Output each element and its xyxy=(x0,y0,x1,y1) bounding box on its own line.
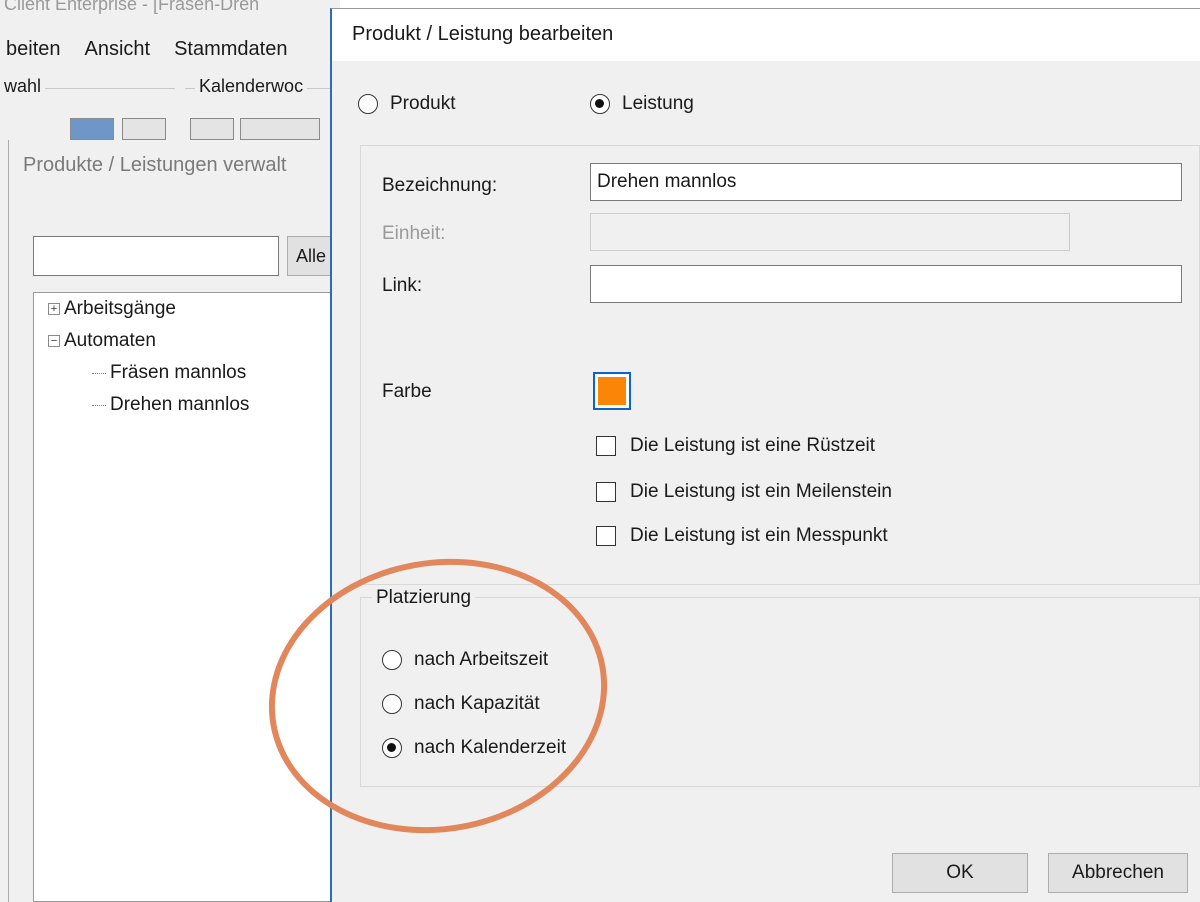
radio-produkt[interactable]: Produkt xyxy=(358,93,455,115)
tree-item-label: Arbeitsgänge xyxy=(64,298,176,319)
cancel-button[interactable]: Abbrechen xyxy=(1048,853,1188,893)
radio-nach-kalenderzeit[interactable]: nach Kalenderzeit xyxy=(382,737,566,759)
products-services-window: Produkte / Leistungen verwalt Alle + Arb… xyxy=(8,140,349,902)
details-panel xyxy=(360,145,1200,585)
checkbox-label: Die Leistung ist eine Rüstzeit xyxy=(630,435,876,456)
tree-item-arbeitsgaenge[interactable]: + Arbeitsgänge xyxy=(48,297,176,321)
tree-item-label: Automaten xyxy=(64,330,156,351)
einheit-label: Einheit: xyxy=(382,223,446,244)
menu-item-bearbeiten[interactable]: beiten xyxy=(6,32,61,66)
search-input[interactable] xyxy=(33,236,279,276)
ok-button[interactable]: OK xyxy=(892,853,1028,893)
expand-icon[interactable]: + xyxy=(48,303,60,315)
tree-item-label: Fräsen mannlos xyxy=(110,362,247,383)
radio-label: Produkt xyxy=(390,93,456,114)
products-tree: + Arbeitsgänge − Automaten Fräsen mannlo… xyxy=(33,292,349,902)
farbe-label: Farbe xyxy=(382,381,432,402)
radio-circle-checked[interactable] xyxy=(590,94,610,114)
week-spinner[interactable] xyxy=(240,118,320,140)
link-label: Link: xyxy=(382,275,423,296)
bezeichnung-input[interactable] xyxy=(590,163,1182,201)
checkbox-meilenstein[interactable]: Die Leistung ist ein Meilenstein xyxy=(596,481,892,503)
arrow-left-icon[interactable] xyxy=(190,118,234,140)
tree-connector xyxy=(92,372,106,374)
tree-item-automaten[interactable]: − Automaten xyxy=(48,329,156,353)
background-menu-bar: beiten Ansicht Stammdaten xyxy=(0,32,340,66)
einheit-input[interactable] xyxy=(590,213,1070,251)
color-swatch xyxy=(598,377,626,405)
dialog-titlebar[interactable]: Produkt / Leistung bearbeiten xyxy=(332,9,1200,61)
dialog-title: Produkt / Leistung bearbeiten xyxy=(352,23,614,45)
placement-group-label: Platzierung xyxy=(372,587,476,609)
checkbox-ruestzeit[interactable]: Die Leistung ist eine Rüstzeit xyxy=(596,435,875,457)
radio-label: nach Kapazität xyxy=(414,693,540,714)
collapse-icon[interactable]: − xyxy=(48,335,60,347)
bezeichnung-label: Bezeichnung: xyxy=(382,175,498,196)
checkbox-messpunkt[interactable]: Die Leistung ist ein Messpunkt xyxy=(596,525,888,547)
radio-nach-arbeitszeit[interactable]: nach Arbeitszeit xyxy=(382,649,548,671)
tree-connector xyxy=(92,404,106,406)
tree-item-fraesen-mannlos[interactable]: Fräsen mannlos xyxy=(92,361,246,385)
menu-item-ansicht[interactable]: Ansicht xyxy=(85,32,151,66)
products-window-title: Produkte / Leistungen verwalt xyxy=(23,154,287,176)
radio-nach-kapazitaet[interactable]: nach Kapazität xyxy=(382,693,540,715)
checkbox-label: Die Leistung ist ein Messpunkt xyxy=(630,525,888,546)
radio-circle-checked[interactable] xyxy=(382,738,402,758)
edit-product-dialog: Produkt / Leistung bearbeiten Produkt Le… xyxy=(330,8,1200,902)
group-label-kalenderwoche: Kalenderwoc xyxy=(195,76,308,97)
link-input[interactable] xyxy=(590,265,1182,303)
background-window-title: Client Enterprise - [Fräsen-Dreh xyxy=(4,0,260,14)
radio-circle[interactable] xyxy=(382,694,402,714)
checkbox-box[interactable] xyxy=(596,482,616,502)
radio-leistung[interactable]: Leistung xyxy=(590,93,694,115)
calendar-icon[interactable] xyxy=(70,118,114,140)
checkbox-box[interactable] xyxy=(596,526,616,546)
radio-circle[interactable] xyxy=(358,94,378,114)
checkbox-label: Die Leistung ist ein Meilenstein xyxy=(630,481,892,502)
checkbox-box[interactable] xyxy=(596,436,616,456)
color-picker-button[interactable] xyxy=(593,372,631,410)
radio-label: nach Arbeitszeit xyxy=(414,649,549,670)
group-label-auswahl: wahl xyxy=(0,76,46,97)
radio-label: nach Kalenderzeit xyxy=(414,737,567,758)
menu-item-stammdaten[interactable]: Stammdaten xyxy=(174,32,287,66)
background-window: Client Enterprise - [Fräsen-Dreh beiten … xyxy=(0,0,349,902)
radio-label: Leistung xyxy=(622,93,694,114)
arrow-right-icon[interactable] xyxy=(122,118,166,140)
tree-item-label: Drehen mannlos xyxy=(110,394,250,415)
tree-item-drehen-mannlos[interactable]: Drehen mannlos xyxy=(92,393,249,417)
radio-circle[interactable] xyxy=(382,650,402,670)
